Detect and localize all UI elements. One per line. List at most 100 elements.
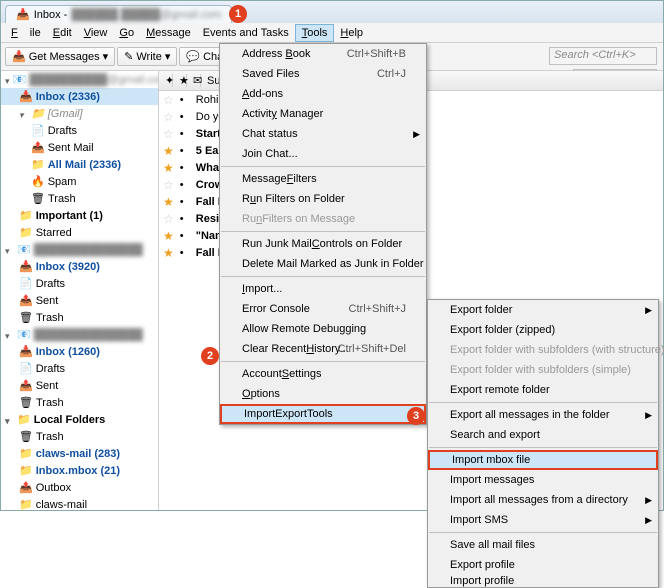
folder-important[interactable]: 📁 Important (1) [1, 207, 158, 224]
tab-account: ██████.█████@gmail.com [71, 9, 221, 21]
folder-allmail[interactable]: 📁 All Mail (2336) [1, 156, 158, 173]
tab-title: Inbox - [34, 9, 68, 21]
submenu-import-messages[interactable]: Import messages [428, 470, 658, 490]
folder-local-trash[interactable]: 🗑 Trash [1, 428, 158, 445]
thread-icon: • [180, 145, 190, 157]
import-export-submenu: Export folder▶ Export folder (zipped) Ex… [427, 299, 659, 588]
folder-spam[interactable]: 🔥 Spam [1, 173, 158, 190]
submenu-export-sub-simple: Export folder with subfolders (simple) [428, 360, 658, 380]
folder-claws-2[interactable]: 📁 claws-mail [1, 496, 158, 510]
folder-trash[interactable]: 🗑 Trash [1, 190, 158, 207]
star-icon[interactable]: ★ [163, 144, 174, 158]
folder-inbox-2[interactable]: 📥 Inbox (3920) [1, 258, 158, 275]
thread-icon: • [180, 94, 190, 106]
thread-icon: • [180, 128, 190, 140]
star-icon[interactable]: ★ [163, 161, 174, 175]
local-folders[interactable]: 📁 Local Folders [1, 411, 158, 428]
thread-icon: • [180, 196, 190, 208]
inbox-icon: 📥 [16, 8, 30, 21]
star-icon[interactable]: ☆ [163, 93, 174, 107]
folder-drafts[interactable]: 📄 Drafts [1, 122, 158, 139]
menu-error-console[interactable]: Error ConsoleCtrl+Shift+J [220, 299, 426, 319]
menu-addons[interactable]: Add-ons [220, 84, 426, 104]
submenu-export-profile[interactable]: Export profile [428, 555, 658, 575]
star-icon[interactable]: ☆ [163, 127, 174, 141]
star-icon[interactable]: ☆ [163, 212, 174, 226]
menu-import[interactable]: Import... [220, 279, 426, 299]
star-icon[interactable]: ★ [163, 195, 174, 209]
folder-inbox-3[interactable]: 📥 Inbox (1260) [1, 343, 158, 360]
menu-view[interactable]: View [78, 25, 114, 41]
menu-bar: File Edit View Go Message Events and Tas… [1, 23, 663, 43]
submenu-import-sms[interactable]: Import SMS▶ [428, 510, 658, 530]
thread-icon: • [180, 162, 190, 174]
submenu-export-all-msg[interactable]: Export all messages in the folder▶ [428, 405, 658, 425]
account-row-3[interactable]: 📧 ██████████████ [1, 326, 158, 343]
menu-options[interactable]: Options [220, 384, 426, 404]
star-icon[interactable]: ★ [163, 229, 174, 243]
menu-run-filters-message: Run Filters on Message [220, 209, 426, 229]
menu-edit[interactable]: Edit [47, 25, 78, 41]
menu-go[interactable]: Go [113, 25, 140, 41]
submenu-import-dir[interactable]: Import all messages from a directory▶ [428, 490, 658, 510]
menu-help[interactable]: Help [334, 25, 369, 41]
star-icon[interactable]: ☆ [163, 110, 174, 124]
thread-icon: • [180, 247, 190, 259]
folder-gmail[interactable]: 📁 [Gmail] [1, 105, 158, 122]
account-row-2[interactable]: 📧 ██████████████ [1, 241, 158, 258]
menu-delete-junk[interactable]: Delete Mail Marked as Junk in Folder [220, 254, 426, 274]
menu-run-filters-folder[interactable]: Run Filters on Folder [220, 189, 426, 209]
star-icon[interactable]: ★ [163, 246, 174, 260]
menu-remote-debug[interactable]: Allow Remote Debugging [220, 319, 426, 339]
menu-import-export-tools[interactable]: ImportExportTools▶ [220, 404, 426, 424]
callout-1: 1 [229, 5, 247, 23]
get-messages-button[interactable]: 📥 Get Messages ▾ [5, 47, 115, 66]
thread-icon: • [180, 111, 190, 123]
menu-activity[interactable]: Activity Manager [220, 104, 426, 124]
menu-saved-files[interactable]: Saved FilesCtrl+J [220, 64, 426, 84]
submenu-import-mbox[interactable]: Import mbox file [428, 450, 658, 470]
menu-clear-history[interactable]: Clear Recent History...Ctrl+Shift+Del [220, 339, 426, 359]
folder-mbox[interactable]: 📁 Inbox.mbox (21) [1, 462, 158, 479]
submenu-export-zipped[interactable]: Export folder (zipped) [428, 320, 658, 340]
submenu-export-sub-struct: Export folder with subfolders (with stru… [428, 340, 658, 360]
menu-file[interactable]: File [5, 25, 47, 41]
menu-account-settings[interactable]: Account Settings [220, 364, 426, 384]
folder-drafts-2[interactable]: 📄 Drafts [1, 275, 158, 292]
thread-icon: • [180, 230, 190, 242]
write-button[interactable]: ✎ Write ▾ [117, 47, 177, 66]
submenu-search-export[interactable]: Search and export [428, 425, 658, 445]
menu-chat-status[interactable]: Chat status▶ [220, 124, 426, 144]
tools-menu: Address BookCtrl+Shift+B Saved FilesCtrl… [219, 43, 427, 425]
submenu-export-remote[interactable]: Export remote folder [428, 380, 658, 400]
folder-trash-2[interactable]: 🗑 Trash [1, 309, 158, 326]
folder-drafts-3[interactable]: 📄 Drafts [1, 360, 158, 377]
folder-outbox[interactable]: 📤 Outbox [1, 479, 158, 496]
menu-address-book[interactable]: Address BookCtrl+Shift+B [220, 44, 426, 64]
folder-claws[interactable]: 📁 claws-mail (283) [1, 445, 158, 462]
menu-tools[interactable]: Tools [295, 24, 335, 42]
folder-starred[interactable]: 📁 Starred [1, 224, 158, 241]
tab-inbox[interactable]: 📥 Inbox - ██████.█████@gmail.com [5, 5, 232, 23]
menu-events[interactable]: Events and Tasks [197, 25, 295, 41]
search-input[interactable]: Search <Ctrl+K> [549, 47, 657, 65]
thread-icon: • [180, 213, 190, 225]
submenu-export-folder[interactable]: Export folder▶ [428, 300, 658, 320]
folder-sent-3[interactable]: 📤 Sent [1, 377, 158, 394]
folder-sent[interactable]: 📤 Sent Mail [1, 139, 158, 156]
submenu-save-all[interactable]: Save all mail files [428, 535, 658, 555]
tab-bar: 📥 Inbox - ██████.█████@gmail.com [1, 1, 663, 23]
menu-message-filters[interactable]: Message Filters [220, 169, 426, 189]
menu-join-chat[interactable]: Join Chat... [220, 144, 426, 164]
account-row[interactable]: 📧 ██████████@gmail.com [1, 71, 158, 88]
callout-3: 3 [407, 407, 425, 425]
menu-message[interactable]: Message [140, 25, 197, 41]
star-icon[interactable]: ☆ [163, 178, 174, 192]
thread-icon: • [180, 179, 190, 191]
submenu-import-profile[interactable]: Import profile [428, 575, 658, 587]
folder-tree: 📧 ██████████@gmail.com 📥 Inbox (2336) 📁 … [1, 71, 159, 510]
folder-trash-3[interactable]: 🗑 Trash [1, 394, 158, 411]
folder-sent-2[interactable]: 📤 Sent [1, 292, 158, 309]
menu-junk-controls[interactable]: Run Junk Mail Controls on Folder [220, 234, 426, 254]
folder-inbox[interactable]: 📥 Inbox (2336) [1, 88, 158, 105]
